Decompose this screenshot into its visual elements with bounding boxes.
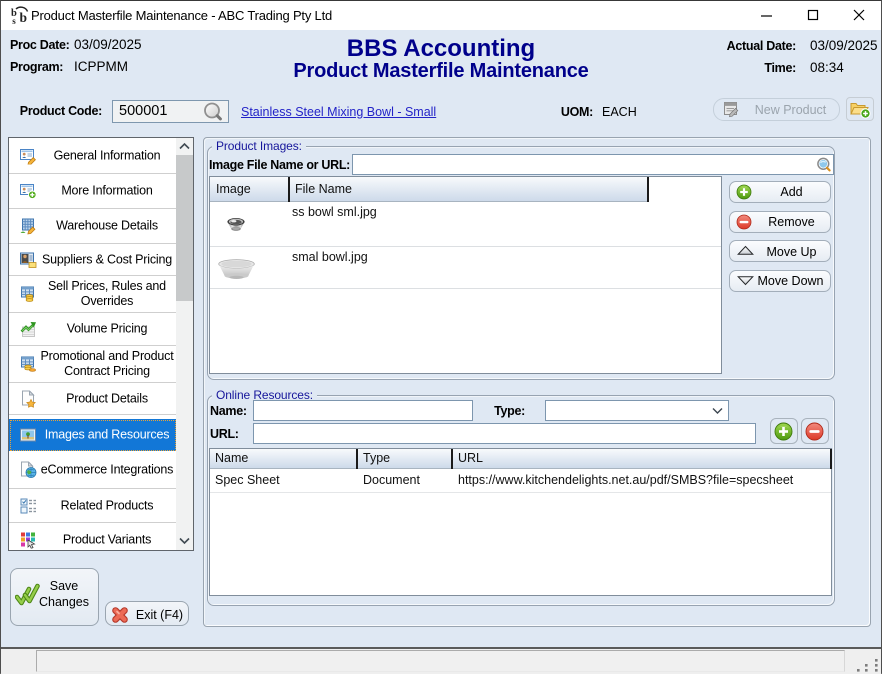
svg-text:b: b [20,10,28,25]
svg-text:s: s [12,16,16,25]
